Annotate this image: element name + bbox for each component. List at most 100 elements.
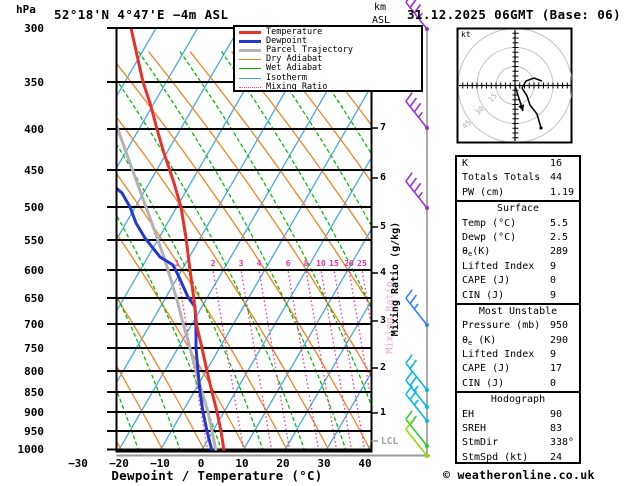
table-row: SREH 83 xyxy=(457,422,579,436)
pressure-tick-label: 650 xyxy=(24,291,44,305)
table-row: Lifted Index 9 xyxy=(457,348,579,362)
table-row-value: 338° xyxy=(550,437,575,449)
pressure-tick-label: 800 xyxy=(24,364,44,378)
table-row-value: 44 xyxy=(550,172,563,184)
mixing-ratio-value-label: 4 xyxy=(256,259,262,268)
wind-barb-feather xyxy=(405,172,413,182)
table-row: StmSpd (kt) 24 xyxy=(457,451,579,465)
wind-barb-base-dot xyxy=(425,444,429,448)
table-row: CIN (J) 9 xyxy=(457,289,579,303)
table-row: K 16 xyxy=(457,157,579,171)
wind-barb-feather xyxy=(405,354,413,364)
table-row: StmDir 338° xyxy=(457,436,579,450)
table-row-label: Lifted Index xyxy=(462,260,535,272)
table-row: Totals Totals 44 xyxy=(457,171,579,185)
table-row-value: 24 xyxy=(550,451,563,463)
wind-barb xyxy=(405,92,429,130)
legend-line-sample xyxy=(239,68,261,70)
table-row-label: Pressure (mb) xyxy=(462,320,541,332)
table-section-title: Hodograph xyxy=(490,394,546,406)
legend-line-sample xyxy=(239,49,261,53)
wind-barb-feather xyxy=(413,385,419,392)
wind-barb-feather xyxy=(417,191,423,198)
table-row-value: 290 xyxy=(550,334,569,346)
table-row-label: θe (K) xyxy=(462,334,497,347)
wind-barb-feather xyxy=(409,390,417,401)
table-row: θe(K) 289 xyxy=(457,245,579,259)
legend-item: Mixing Ratio xyxy=(239,82,421,92)
table-row-value: 9 xyxy=(550,349,557,361)
wind-barb xyxy=(405,410,429,448)
legend-line-sample xyxy=(239,31,261,35)
lcl-marker-label: LCL xyxy=(381,436,399,447)
table-row-value: 0 xyxy=(550,377,557,389)
table-row-value: 2.5 xyxy=(550,231,569,243)
station-title: 52°18'N 4°47'E −4m ASL xyxy=(54,7,229,22)
hodograph-unit-label: kt xyxy=(461,30,471,39)
pressure-tick-label: 600 xyxy=(24,263,44,277)
wind-barb-feather xyxy=(409,376,417,387)
pressure-tick-label: 1000 xyxy=(17,443,45,456)
table-row: Lifted Index 9 xyxy=(457,260,579,274)
km-axis-word: km xyxy=(374,2,387,13)
table-row-value: 83 xyxy=(550,423,563,435)
table-row-label: EH xyxy=(462,408,475,420)
table-row-label: Dewp (°C) xyxy=(462,231,517,243)
table-row-label: PW (cm) xyxy=(462,186,505,198)
pressure-tick-label: 700 xyxy=(24,317,44,331)
table-section-title: Surface xyxy=(496,203,540,215)
table-row: EH 90 xyxy=(457,408,579,422)
table-row: CIN (J) 0 xyxy=(457,377,579,391)
pressure-tick-label: 400 xyxy=(24,122,44,136)
pressure-tick-label: 900 xyxy=(24,405,44,419)
table-row-value: 16 xyxy=(550,158,563,169)
table-section: Most Unstable Pressure (mb) 950 θe (K) 290 Li… xyxy=(457,302,579,391)
wind-barb-base-dot xyxy=(425,27,429,31)
table-section: K 16 Totals Totals 44 PW (cm) 1.19 xyxy=(457,157,579,200)
table-row-value: 9 xyxy=(550,289,557,301)
wind-barb-feather xyxy=(405,289,413,299)
pressure-tick-label: 750 xyxy=(24,341,44,355)
mixing-ratio-value-label: 3 xyxy=(238,259,244,268)
skewt-sounding-app: hPa 52°18'N 4°47'E −4m ASL 31.12.2025 06… xyxy=(0,0,629,486)
wind-barb-base-dot xyxy=(425,388,429,392)
table-section: Hodograph EH 90 SREH 83 StmDir 338° StmSpd (kt)… xyxy=(457,391,579,465)
table-row: Dewp (°C) 2.5 xyxy=(457,231,579,245)
theta-e-subscript: e xyxy=(468,338,473,347)
wind-barb-shaft xyxy=(405,180,428,209)
wind-barb-shaft xyxy=(405,100,428,129)
legend-line-sample xyxy=(239,77,261,79)
pressure-unit-label: hPa xyxy=(16,3,36,16)
wind-barb-feather xyxy=(405,0,409,3)
table-row-label: SREH xyxy=(462,423,487,435)
hodograph-plot xyxy=(456,27,573,144)
pressure-tick-label: 300 xyxy=(24,21,44,35)
mixing-ratio-value-label: 6 xyxy=(285,259,291,268)
wind-barb-feather xyxy=(405,385,413,395)
datetime-title: 31.12.2025 06GMT (Base: 06) xyxy=(407,7,621,22)
table-row-value: 950 xyxy=(550,320,569,332)
temperature-tick-label: 40 xyxy=(358,457,372,470)
wind-barb xyxy=(405,289,429,327)
table-row-label: Totals Totals xyxy=(462,172,541,184)
altitude-tick-label: 6 xyxy=(380,172,387,183)
x-axis-caption: Dewpoint / Temperature (°C) xyxy=(111,468,323,483)
altitude-tick-label: 1 xyxy=(380,407,387,418)
table-row: CAPE (J) 0 xyxy=(457,274,579,288)
table-section-title: Most Unstable xyxy=(478,305,558,317)
wind-barb-feather xyxy=(409,177,417,188)
table-row-label: CAPE (J) xyxy=(462,275,511,287)
table-row-value: 289 xyxy=(550,246,569,258)
wind-barb-feather xyxy=(409,294,417,305)
table-row: CAPE (J) 17 xyxy=(457,362,579,376)
table-row-value: 17 xyxy=(550,363,563,375)
table-row-value: 9 xyxy=(550,260,557,272)
wind-barb-base-dot xyxy=(425,454,429,458)
hodograph-trace-start-dot xyxy=(539,126,543,130)
legend-line-sample xyxy=(239,59,261,61)
wind-barb-base-dot xyxy=(425,419,429,423)
pressure-tick-label: 450 xyxy=(24,163,44,177)
wind-barb-base-dot xyxy=(425,405,429,409)
legend-line-sample xyxy=(239,86,261,88)
legend-box: Temperature Dewpoint Parcel Trajectory Dry … xyxy=(233,25,423,92)
